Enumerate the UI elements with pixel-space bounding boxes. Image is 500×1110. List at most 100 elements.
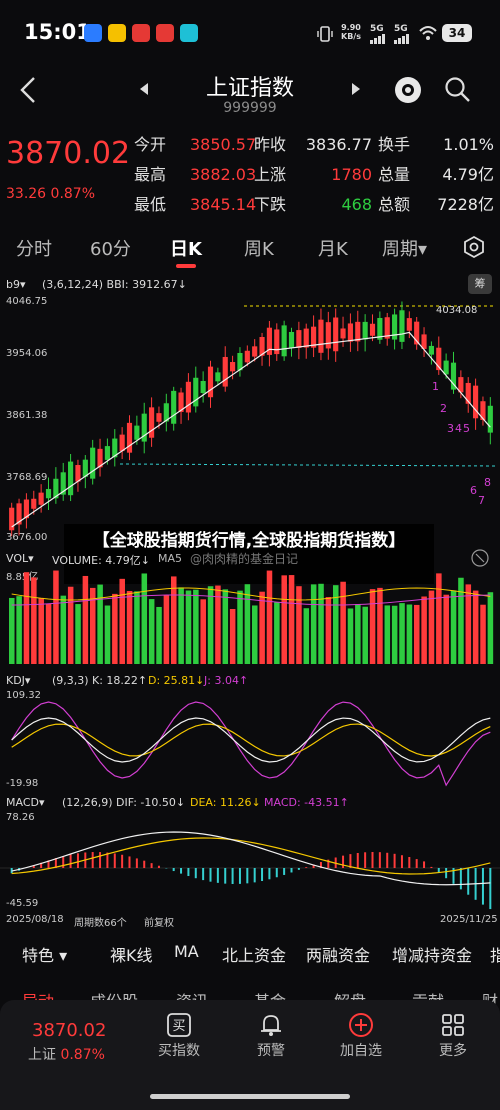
macd-bar (128, 856, 131, 868)
candle (318, 319, 324, 353)
page-title: 上证指数 (205, 76, 294, 101)
tab-daily-k[interactable]: 日K (170, 235, 202, 261)
volume-bar (472, 590, 479, 664)
toolbar-more[interactable]: 指 (490, 942, 500, 966)
tab-fenshi[interactable]: 分时 (16, 235, 52, 261)
volume-bar (53, 570, 59, 664)
buy-index-icon[interactable]: 买 (166, 1012, 192, 1038)
quote-values-3: 1.01% 4.79亿 7228亿 (437, 135, 494, 214)
next-stock-icon[interactable] (350, 82, 362, 96)
kdj-chart (11, 701, 491, 787)
toolbar-ma[interactable]: MA (174, 942, 199, 961)
toolbar-featured[interactable]: 特色 ▾ (22, 942, 67, 966)
macd-bar (297, 868, 300, 870)
tab-weekly-k[interactable]: 周K (244, 235, 274, 261)
macd-bar (91, 852, 94, 868)
toolbar-margin[interactable]: 两融资金 (306, 942, 370, 966)
stock-code: 999999 (223, 100, 277, 116)
macd-selector[interactable]: MACD▾ (6, 796, 45, 809)
macd-bar (415, 859, 418, 868)
vibrate-icon (317, 26, 333, 42)
macd-bar (238, 868, 241, 884)
macd-bar (430, 866, 433, 868)
quote-labels-3: 换手 总量 总额 (378, 135, 411, 214)
tab-monthly-k[interactable]: 月K (318, 235, 348, 261)
volume-bar (222, 589, 229, 664)
alert-bell-icon[interactable] (258, 1012, 284, 1038)
adjust-mode[interactable]: 前复权 (144, 914, 174, 929)
macd-bar (305, 867, 308, 868)
candle (171, 390, 177, 424)
candle (230, 362, 236, 372)
volume-bar (119, 578, 125, 664)
volume-bar (237, 590, 243, 664)
indicator-b9[interactable]: b9▾ (6, 278, 26, 291)
y-label-bottom: 3676.00 (6, 532, 48, 543)
seq-7: 7 (478, 494, 485, 507)
volume-bar (171, 576, 177, 664)
bottom-more[interactable]: 更多 (418, 1040, 488, 1060)
toolbar-holdings[interactable]: 增减持资金 (392, 942, 472, 966)
candlestick-chart[interactable] (0, 294, 500, 544)
candle (252, 346, 258, 357)
candle (347, 323, 353, 342)
chip-button[interactable]: 筹 (468, 274, 492, 294)
bbi-line (11, 331, 491, 528)
app-icon (108, 24, 126, 42)
bottom-alert[interactable]: 预警 (236, 1040, 306, 1060)
volume-bar (23, 572, 30, 664)
peak-label: 4034.08 (436, 305, 478, 316)
status-time: 15:01 (24, 20, 91, 44)
macd-bar (371, 852, 374, 868)
y-label-4: 3768.69 (6, 472, 48, 483)
toolbar-naked-k[interactable]: 裸K线 (110, 942, 153, 966)
volume-bar (347, 608, 354, 664)
kdj-params: (9,3,3) (52, 674, 89, 687)
vol-selector[interactable]: VOL▾ (6, 552, 34, 565)
volume-bar (31, 577, 37, 664)
volume-bar (399, 603, 405, 664)
volume-bar (126, 591, 133, 664)
macd-bar (268, 868, 271, 880)
candle (333, 317, 339, 352)
candle (296, 330, 302, 348)
kdj-selector[interactable]: KDJ▾ (6, 674, 30, 687)
tab-60min[interactable]: 60分 (90, 235, 131, 261)
add-watchlist-icon[interactable] (348, 1012, 374, 1038)
candle (119, 434, 125, 452)
candle (274, 329, 280, 355)
signal-bars-icon (370, 34, 385, 44)
bottom-buy-index[interactable]: 买指数 (144, 1040, 214, 1060)
bbi-readout: (3,6,12,24) BBI: 3912.67↓ (42, 278, 187, 291)
macd-bar (99, 852, 102, 868)
volume-bar (38, 597, 44, 664)
volume-bar (229, 608, 236, 664)
active-tab-indicator (176, 264, 196, 268)
settings-hex-icon[interactable] (462, 235, 486, 259)
bottom-add-watchlist[interactable]: 加自选 (326, 1040, 396, 1060)
macd-bar (489, 868, 492, 910)
candle (68, 461, 74, 496)
assistant-icon[interactable] (392, 74, 424, 106)
macd-dif: DIF: -10.50↓ (116, 796, 186, 809)
volume-bar (369, 589, 376, 664)
app-icon (156, 24, 174, 42)
watermark: @肉肉精的基金日记 (190, 552, 299, 566)
expand-icon[interactable] (470, 548, 490, 568)
macd-bar (400, 855, 403, 868)
macd-bar (275, 868, 278, 878)
volume-bar (310, 584, 317, 664)
more-grid-icon[interactable] (440, 1012, 466, 1038)
volume-bar (60, 595, 67, 664)
price-change: 33.26 0.87% (6, 186, 96, 202)
svg-text:买: 买 (172, 1019, 185, 1034)
search-icon[interactable] (444, 76, 472, 104)
candle (362, 321, 368, 340)
candle (126, 422, 133, 453)
volume-bar (134, 591, 140, 664)
tab-period-menu[interactable]: 周期▾ (382, 235, 427, 261)
toolbar-northbound[interactable]: 北上资金 (222, 942, 286, 966)
macd-bar (356, 852, 359, 868)
macd-bar (113, 853, 116, 868)
candle (340, 328, 346, 339)
